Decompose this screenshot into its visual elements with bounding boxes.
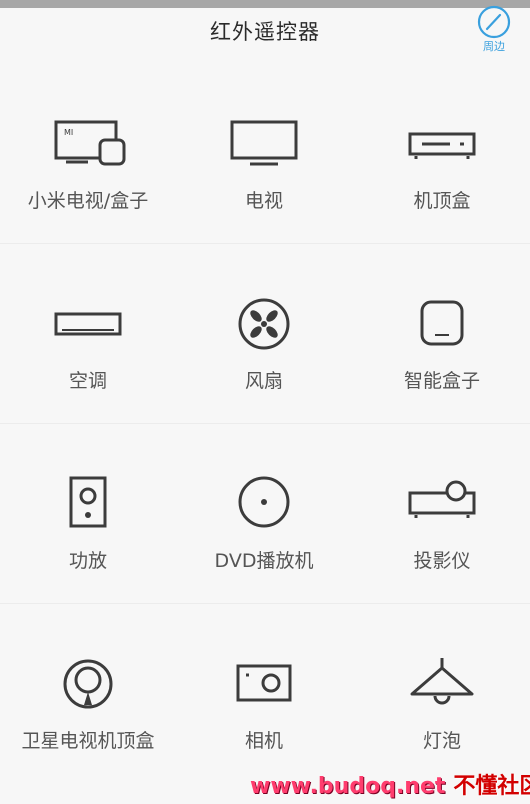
device-light-bulb[interactable]: 灯泡: [354, 604, 530, 784]
device-label: 灯泡: [422, 730, 461, 752]
device-label: 功放: [68, 550, 107, 572]
device-label: 电视: [244, 190, 283, 212]
set-top-box-icon: [402, 116, 482, 172]
device-smart-box[interactable]: 智能盒子: [354, 244, 530, 424]
watermark-name: 不懂社区: [453, 774, 530, 799]
device-label: 小米电视/盒子: [27, 190, 149, 212]
device-label: 投影仪: [413, 550, 471, 572]
smart-box-icon: [402, 296, 482, 352]
fan-icon: [224, 296, 304, 352]
page-title: 红外遥控器: [210, 20, 320, 44]
device-air-conditioner[interactable]: 空调: [0, 244, 176, 424]
tv-icon: [224, 116, 304, 172]
dvd-player-icon: [224, 476, 304, 532]
device-set-top-box[interactable]: 机顶盒: [354, 64, 530, 244]
device-label: 卫星电视机顶盒: [21, 730, 155, 752]
nearby-button[interactable]: 周边: [474, 4, 514, 60]
device-label: 智能盒子: [403, 370, 480, 392]
device-tv[interactable]: 电视: [176, 64, 352, 244]
watermark: www.budoq.net 不懂社区: [250, 768, 530, 802]
projector-icon: [402, 476, 482, 532]
device-camera[interactable]: 相机: [176, 604, 352, 784]
compass-icon: [474, 4, 514, 40]
svg-text:MI: MI: [64, 128, 73, 137]
amplifier-icon: [48, 476, 128, 532]
device-row: 功放 DVD播放机 投影仪: [0, 424, 530, 604]
device-mi-tv-box[interactable]: MI 小米电视/盒子: [0, 64, 176, 244]
device-row: 空调 风扇 智能盒子: [0, 244, 530, 424]
camera-icon: [224, 656, 304, 712]
device-satellite-tv-box[interactable]: 卫星电视机顶盒: [0, 604, 176, 784]
device-row: MI 小米电视/盒子 电视 机顶盒: [0, 64, 530, 244]
device-label: 空调: [68, 370, 107, 392]
device-label: DVD播放机: [214, 550, 314, 572]
device-amplifier[interactable]: 功放: [0, 424, 176, 604]
air-conditioner-icon: [48, 296, 128, 352]
device-label: 相机: [244, 730, 283, 752]
status-bar-strip: [0, 0, 530, 8]
device-projector[interactable]: 投影仪: [354, 424, 530, 604]
device-grid: MI 小米电视/盒子 电视 机顶盒 空调 风扇 智能盒子 功放 DVD播放机 投…: [0, 64, 530, 784]
device-dvd-player[interactable]: DVD播放机: [176, 424, 352, 604]
light-bulb-icon: [402, 656, 482, 712]
device-row: 卫星电视机顶盒 相机 灯泡: [0, 604, 530, 784]
nearby-label: 周边: [483, 40, 505, 53]
device-label: 机顶盒: [413, 190, 471, 212]
app-header: 红外遥控器 周边: [0, 5, 530, 64]
watermark-url: www.budoq.net: [250, 774, 446, 799]
mi-tv-box-icon: MI: [48, 116, 128, 172]
satellite-tv-box-icon: [48, 656, 128, 712]
device-label: 风扇: [244, 370, 283, 392]
device-fan[interactable]: 风扇: [176, 244, 352, 424]
